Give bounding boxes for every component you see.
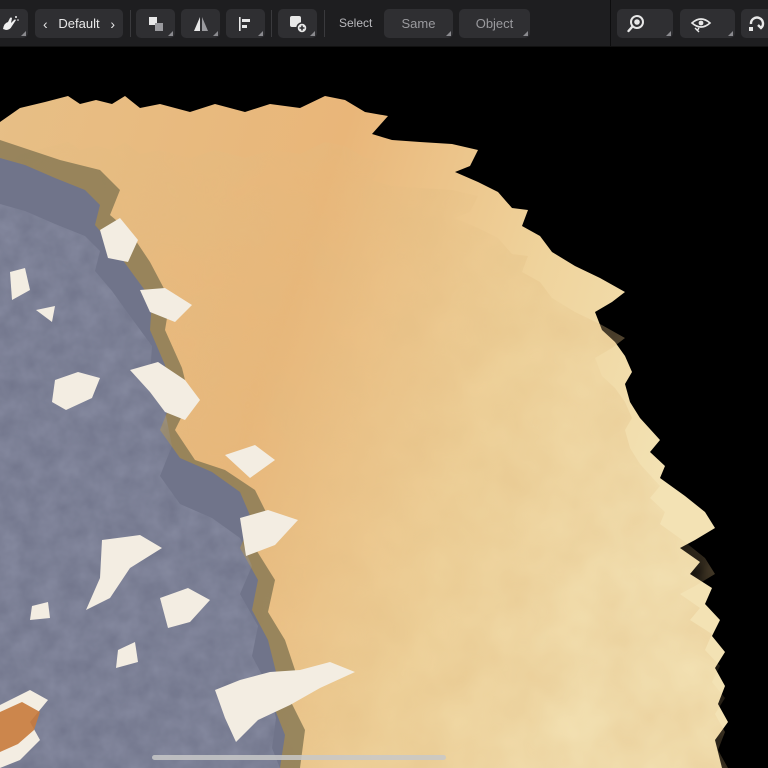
same-label: Same xyxy=(401,16,436,31)
arrange-button[interactable] xyxy=(136,9,175,38)
flip-icon xyxy=(193,16,208,31)
preset-selector[interactable]: ‹ Default › xyxy=(35,9,123,38)
zoom-icon xyxy=(627,14,644,32)
top-toolbar: ‹ Default › Select Same Object xyxy=(0,0,768,47)
flip-button[interactable] xyxy=(181,9,220,38)
eye-icon xyxy=(690,17,712,32)
add-shape-icon xyxy=(289,15,308,34)
select-same-button[interactable]: Same xyxy=(384,9,453,38)
chevron-left-icon[interactable]: ‹ xyxy=(43,16,48,32)
align-button[interactable] xyxy=(226,9,265,38)
select-label: Select xyxy=(339,16,373,30)
chevron-right-icon[interactable]: › xyxy=(110,16,115,32)
artwork-canvas[interactable] xyxy=(0,46,768,768)
zoom-button[interactable] xyxy=(617,9,673,38)
snapping-icon xyxy=(749,15,765,31)
align-left-icon xyxy=(238,16,250,31)
add-shape-button[interactable] xyxy=(278,9,317,38)
home-indicator[interactable] xyxy=(152,755,446,760)
object-label: Object xyxy=(475,16,514,31)
brush-tool-button[interactable] xyxy=(0,9,28,38)
snapping-button[interactable] xyxy=(741,9,768,38)
preset-label: Default xyxy=(58,16,100,31)
select-object-button[interactable]: Object xyxy=(459,9,530,38)
view-mode-button[interactable] xyxy=(680,9,735,38)
brush-hand-icon xyxy=(3,15,19,30)
arrange-icon xyxy=(148,16,163,31)
